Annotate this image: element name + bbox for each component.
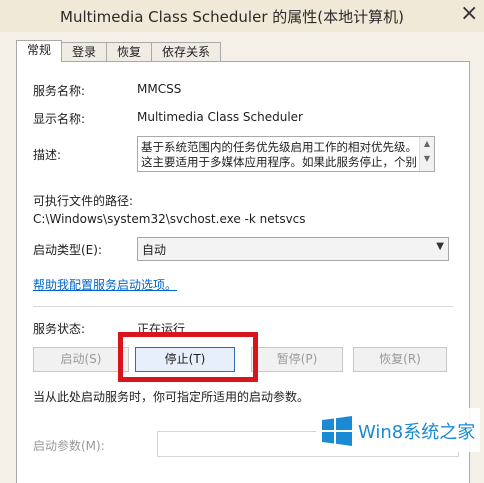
display-name-value: Multimedia Class Scheduler <box>137 110 303 124</box>
start-button[interactable]: 启动(S) <box>33 347 129 372</box>
watermark-text: Win8系统之家 <box>358 422 476 443</box>
window-title: Multimedia Class Scheduler 的属性(本地计算机) <box>60 8 404 26</box>
exe-path-value: C:\Windows\system32\svchost.exe -k netsv… <box>33 212 306 226</box>
service-name-label: 服务名称: <box>33 84 86 98</box>
watermark: Win8系统之家 <box>316 408 480 452</box>
chevron-down-icon: ▼ <box>436 241 444 252</box>
description-label: 描述: <box>33 148 62 162</box>
startup-type-label: 启动类型(E): <box>33 243 102 257</box>
title-bar: Multimedia Class Scheduler 的属性(本地计算机) × <box>0 0 484 32</box>
tab-dependencies[interactable]: 依存关系 <box>151 42 221 61</box>
start-params-label: 启动参数(M): <box>33 439 105 453</box>
exe-path-label: 可执行文件的路径: <box>33 194 134 208</box>
description-box[interactable]: 基于系统范围内的任务优先级启用工作的相对优先级。 这主要适用于多媒体应用程序。如… <box>137 136 435 172</box>
description-text: 基于系统范围内的任务优先级启用工作的相对优先级。 这主要适用于多媒体应用程序。如… <box>141 140 417 169</box>
windows-logo-icon <box>322 416 352 446</box>
startup-type-select[interactable]: 自动 ▼ <box>137 237 449 261</box>
divider <box>33 306 453 307</box>
display-name-label: 显示名称: <box>33 112 86 126</box>
service-status-label: 服务状态: <box>33 322 86 336</box>
start-params-hint: 当从此处启动服务时，你可指定所适用的启动参数。 <box>33 390 310 404</box>
close-icon[interactable]: × <box>460 2 478 26</box>
resume-button[interactable]: 恢复(R) <box>353 347 447 372</box>
service-name-value: MMCSS <box>137 82 182 96</box>
tab-general[interactable]: 常规 <box>16 40 62 62</box>
tab-recovery[interactable]: 恢复 <box>106 42 152 61</box>
scroll-up-icon[interactable]: ▲ <box>420 139 434 148</box>
tab-logon[interactable]: 登录 <box>61 42 107 61</box>
description-scrollbar[interactable]: ▲ ▼ <box>419 137 434 171</box>
help-link[interactable]: 帮助我配置服务启动选项。 <box>33 276 177 293</box>
stop-button-highlight <box>118 332 258 382</box>
pause-button[interactable]: 暂停(P) <box>251 347 343 372</box>
startup-type-value: 自动 <box>142 243 167 257</box>
scroll-down-icon[interactable]: ▼ <box>420 154 434 163</box>
